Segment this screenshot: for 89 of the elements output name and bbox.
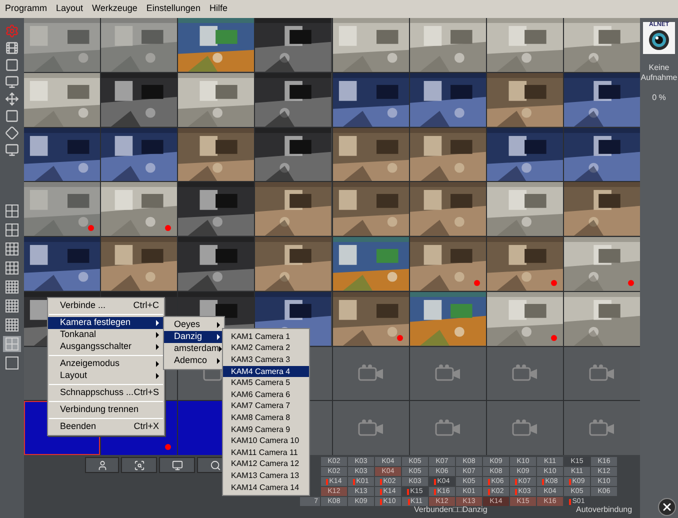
menu-item[interactable]: Werkzeuge [92, 2, 138, 16]
alarm-marker [488, 488, 490, 494]
menu-item[interactable]: KAM9 Camera 9 [223, 424, 309, 436]
alarm-marker [353, 478, 356, 484]
menu-item[interactable]: KAM13 Camera 13 [223, 470, 309, 482]
menu-item[interactable]: KAM4 Camera 4 [223, 366, 309, 378]
layout-grid-icon [5, 337, 19, 351]
alarm-marker [434, 478, 436, 484]
zoom-frame-icon [134, 460, 144, 470]
menu-item[interactable]: KAM12 Camera 12 [223, 458, 309, 470]
layout-button[interactable] [3, 298, 21, 314]
layout-grid-icon [5, 204, 19, 218]
frame-icon[interactable] [5, 109, 19, 123]
alarm-marker [569, 478, 572, 484]
alarm-marker [408, 498, 410, 504]
menu-item[interactable]: KAM11 Camera 11 [223, 446, 309, 459]
camera-icon [512, 419, 538, 438]
layout-grid-icon [5, 261, 19, 275]
person-icon [96, 460, 108, 470]
move-icon[interactable] [5, 92, 19, 106]
menu-item[interactable]: Schnappschuss ...Ctrl+S [48, 387, 164, 399]
menu-item[interactable]: Hilfe [209, 2, 228, 16]
alarm-marker [326, 478, 328, 484]
layout-button[interactable] [3, 241, 21, 257]
search-icon [210, 460, 220, 470]
camera-icon [434, 419, 461, 438]
menu-item[interactable]: Layout [48, 370, 164, 382]
camera-icon [588, 364, 615, 382]
frame-icon[interactable] [5, 58, 19, 72]
monitor-icon [172, 460, 182, 470]
menu-item[interactable]: Verbindung trennen [48, 404, 164, 416]
menu-item[interactable]: Anzeigemodus [48, 358, 164, 370]
monitor-icon[interactable] [5, 143, 19, 157]
layout-button[interactable] [3, 203, 21, 219]
menu-item[interactable]: KAM10 Camera 10 [223, 435, 309, 447]
menu-item[interactable]: KAM6 Camera 6 [223, 388, 309, 401]
recording-percent: 0 % [652, 92, 666, 104]
layout-grid-icon [5, 242, 19, 256]
menu-item[interactable]: KAM8 Camera 8 [223, 412, 309, 424]
camera-icon [358, 419, 384, 438]
alarm-marker [542, 478, 544, 484]
alarm-marker [515, 478, 518, 484]
alarm-marker [407, 488, 410, 494]
menu-item[interactable]: Layout [56, 2, 84, 16]
menu-item[interactable]: KAM1 Camera 1 [223, 331, 309, 343]
camera-user-button[interactable] [85, 457, 119, 473]
monitor-icon[interactable] [5, 75, 19, 89]
layout-grid-icon [5, 299, 19, 313]
layout-grid-icon [5, 318, 19, 332]
alarm-marker [434, 488, 436, 494]
alarm-marker [380, 498, 382, 504]
layout-button[interactable] [3, 317, 21, 333]
menu-item[interactable]: Programm [5, 2, 48, 16]
menu-item[interactable]: KAM14 Camera 14 [223, 482, 309, 494]
layout-button[interactable] [3, 355, 21, 371]
layout-grid-icon [5, 280, 19, 294]
diamond-icon[interactable] [5, 126, 19, 140]
menu-item[interactable]: Beenden Ctrl+X [48, 421, 164, 433]
layout-grid-icon [5, 356, 19, 370]
close-icon [661, 501, 673, 513]
layout-grid-icon [5, 223, 19, 237]
layout-button[interactable] [3, 222, 21, 238]
zoom-view-button[interactable] [121, 457, 157, 473]
camera-icon [358, 364, 384, 382]
alarm-marker [488, 478, 490, 484]
camera-icon [588, 419, 615, 438]
alarm-marker [380, 488, 382, 494]
lens-icon [648, 29, 670, 51]
alarm-marker [380, 478, 382, 484]
menu-item[interactable]: KAM5 Camera 5 [223, 377, 309, 389]
layout-button[interactable] [3, 260, 21, 276]
menu-item[interactable]: KAM3 Camera 3 [223, 354, 309, 366]
recording-status: Aufnahme [640, 73, 678, 83]
menu-item[interactable]: Danzig [164, 331, 224, 343]
alarm-marker [515, 488, 518, 494]
layout-button[interactable] [3, 279, 21, 295]
camera-icon [512, 364, 538, 382]
recording-status: Keine [648, 63, 670, 73]
screen-button[interactable] [159, 457, 195, 473]
menu-item[interactable]: KAM2 Camera 2 [223, 342, 309, 354]
alarm-marker [569, 498, 572, 504]
menu-item[interactable]: Einstellungen [146, 2, 200, 16]
film-icon[interactable] [5, 41, 19, 55]
camera-icon [434, 364, 461, 382]
connection-mode: Autoverbindung [576, 504, 632, 516]
connection-status: Verbunden□□Danzig [414, 504, 488, 516]
menu-item[interactable]: Ausgangsschalter [48, 341, 164, 353]
close-button[interactable] [658, 498, 676, 516]
menu-item[interactable]: KAM7 Camera 7 [223, 400, 309, 412]
